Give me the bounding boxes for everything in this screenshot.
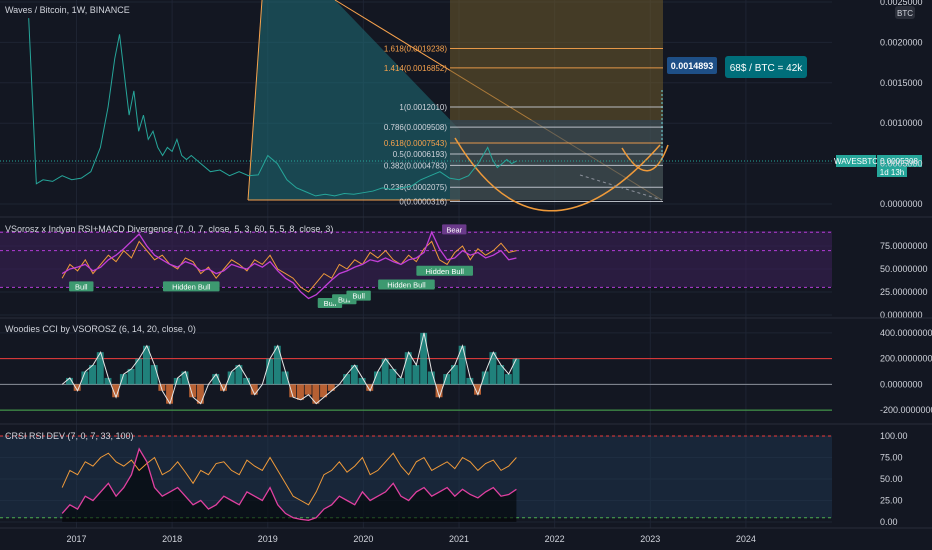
cci-histogram-bar	[512, 358, 520, 385]
divergence-label: Bull	[75, 282, 88, 291]
time-tick-label: 2021	[449, 534, 469, 544]
crsi-tick-label: 100.00	[880, 431, 908, 441]
cci-histogram-bar	[266, 358, 274, 385]
cci-histogram-bar	[166, 384, 174, 404]
rsi-tick-label: 50.0000000	[880, 264, 928, 274]
fib-level-label: 1.618(0.0019238)	[384, 45, 448, 54]
price-tick-label: 0.0015000	[880, 78, 923, 88]
divergence-label: Hidden Bull	[426, 267, 465, 276]
price-tick-label: 0.0010000	[880, 118, 923, 128]
time-tick-label: 2018	[162, 534, 182, 544]
time-tick-label: 2023	[640, 534, 660, 544]
cci-histogram-bar	[296, 384, 304, 400]
rsi-tick-label: 75.0000000	[880, 241, 928, 251]
divergence-label: Hidden Bull	[387, 281, 426, 290]
divergence-label: Hidden Bull	[172, 282, 211, 291]
countdown-label: 1d 13h	[880, 168, 904, 177]
cci-tick-label: 0.0000000	[880, 379, 923, 389]
target-note-label: 68$ / BTC = 42k	[730, 63, 804, 74]
cci-histogram-bar	[304, 384, 312, 395]
cci-tick-label: 400.0000000	[880, 328, 932, 338]
cci-histogram-bar	[343, 374, 351, 385]
rsi-tick-label: 25.0000000	[880, 287, 928, 297]
time-tick-label: 2020	[353, 534, 373, 544]
rsi-band-fill	[0, 231, 832, 287]
cci-title: Woodies CCI by VSOROSZ (6, 14, 20, close…	[5, 324, 196, 334]
fib-level-label: 0.786(0.0009508)	[384, 123, 448, 132]
divergence-label: Bear	[446, 225, 462, 234]
rsi-title: VSorosz x Indyan RSI+MACD Divergence (7,…	[5, 224, 333, 234]
time-tick-label: 2024	[736, 534, 756, 544]
cci-histogram-bar	[397, 377, 405, 385]
divergence-label: Bull	[352, 292, 365, 301]
chart-canvas: 0(0.0000316) 0.236(0.0002075) 0.382(0.0004…	[0, 0, 932, 550]
fib-level-label: 0(0.0000316)	[399, 197, 447, 206]
cci-histogram-bar	[404, 352, 412, 385]
currency-badge-label: BTC	[897, 9, 913, 18]
fib-level-label: 0.5(0.0006193)	[393, 150, 448, 159]
crsi-tick-label: 25.00	[880, 496, 903, 506]
cci-histogram-bar	[504, 374, 512, 385]
cci-tick-label: -200.0000000	[880, 405, 932, 415]
fib-level-label: 0.236(0.0002075)	[384, 183, 448, 192]
price-tick-label: 0.0005000	[880, 159, 923, 169]
crsi-tick-label: 75.00	[880, 453, 903, 463]
price-tick-label: 0.0020000	[880, 37, 923, 47]
cci-histogram-bar	[150, 365, 158, 385]
fib-level-label: 0.618(0.0007543)	[384, 139, 448, 148]
price-tick-label: 0.0025000	[880, 0, 923, 7]
crsi-tick-label: 0.00	[880, 517, 898, 527]
crsi-tick-label: 50.00	[880, 474, 903, 484]
crsi-pane[interactable]: CRSI RSI DEV (7, 0, 7, 33, 100) 0.00 25.0…	[0, 431, 908, 527]
cci-histogram-bar	[327, 384, 335, 391]
cci-histogram-bar	[412, 365, 420, 385]
symbol-label: WAVESBTC	[834, 157, 878, 166]
fib-level-label: 0.382(0.0004783)	[384, 161, 448, 170]
fib-level-label: 1.414(0.0016852)	[384, 64, 448, 73]
cci-histogram-bar	[489, 352, 497, 385]
cci-tick-label: 200.0000000	[880, 354, 932, 364]
price-tick-label: 0.0000000	[880, 199, 923, 209]
target-price-label: 0.0014893	[671, 61, 714, 71]
time-tick-label: 2019	[258, 534, 278, 544]
fib-level-label: 1(0.0012010)	[399, 103, 447, 112]
crsi-title: CRSI RSI DEV (7, 0, 7, 33, 100)	[5, 431, 134, 441]
time-tick-label: 2022	[545, 534, 565, 544]
time-tick-label: 2017	[66, 534, 86, 544]
chart-title: Waves / Bitcoin, 1W, BINANCE	[5, 5, 130, 15]
